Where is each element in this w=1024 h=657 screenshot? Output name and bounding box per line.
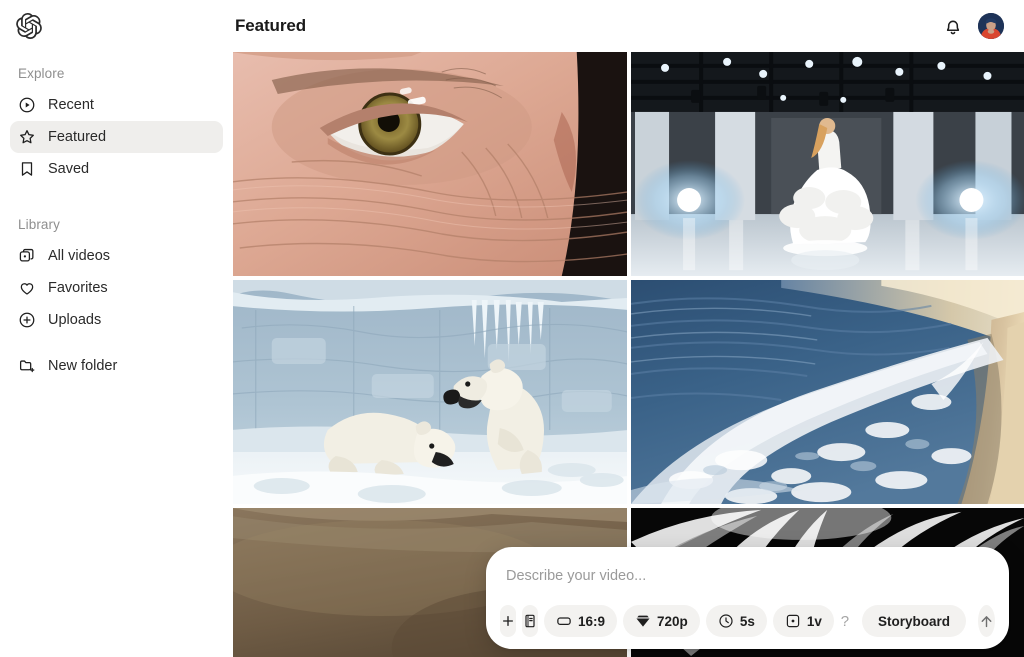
storyboard-template-button[interactable] — [522, 605, 538, 637]
library-spacer — [0, 336, 233, 350]
logo-container[interactable] — [0, 0, 233, 52]
aspect-ratio-button[interactable]: 16:9 — [544, 605, 617, 637]
clock-icon — [718, 613, 734, 629]
openai-logo-icon — [16, 13, 42, 39]
stacked-squares-icon — [18, 247, 36, 265]
sidebar-item-uploads[interactable]: Uploads — [10, 304, 223, 336]
plus-circle-icon — [18, 311, 36, 329]
prompt-input[interactable] — [500, 565, 995, 587]
sidebar-item-label: New folder — [48, 359, 117, 374]
duration-label: 5s — [740, 614, 755, 629]
frame-icon — [556, 613, 572, 629]
sidebar: Explore Recent Featured Saved — [0, 0, 233, 657]
sidebar-item-label: Uploads — [48, 313, 101, 328]
bell-icon[interactable] — [942, 15, 964, 37]
sidebar-section-label-library: Library — [0, 211, 233, 240]
sidebar-section-explore: Explore Recent Featured Saved — [0, 60, 233, 185]
diamond-icon — [635, 613, 651, 629]
user-avatar-image — [978, 13, 1004, 39]
submit-button[interactable] — [978, 605, 995, 637]
main-content: Featured — [233, 0, 1024, 657]
sidebar-section-library: Library All videos Favorites — [0, 211, 233, 382]
resolution-label: 720p — [657, 614, 688, 629]
section-spacer — [0, 185, 233, 203]
variations-icon — [785, 613, 801, 629]
prompt-bar: 16:9 720p 5s — [486, 547, 1009, 649]
sidebar-item-all-videos[interactable]: All videos — [10, 240, 223, 272]
help-button[interactable]: ? — [840, 607, 850, 635]
plus-icon — [500, 613, 516, 629]
aspect-ratio-label: 16:9 — [578, 614, 605, 629]
heart-icon — [18, 279, 36, 297]
video-tile-eye-closeup[interactable] — [233, 52, 627, 276]
tile-thumbnail — [233, 280, 627, 504]
sidebar-item-saved[interactable]: Saved — [10, 153, 223, 185]
sidebar-item-label: Featured — [48, 130, 106, 145]
sidebar-item-new-folder[interactable]: New folder — [10, 350, 223, 382]
duration-button[interactable]: 5s — [706, 605, 767, 637]
folder-plus-icon — [18, 357, 36, 375]
variations-button[interactable]: 1v — [773, 605, 834, 637]
prompt-controls-row: 16:9 720p 5s — [500, 605, 995, 637]
sidebar-item-label: Favorites — [48, 281, 108, 296]
page-title: Featured — [235, 16, 306, 36]
tile-thumbnail — [233, 52, 627, 276]
storyboard-icon — [522, 613, 538, 629]
prompt-card: 16:9 720p 5s — [486, 547, 1009, 649]
top-bar: Featured — [233, 0, 1024, 52]
star-icon — [18, 128, 36, 146]
add-attachment-button[interactable] — [500, 605, 516, 637]
topbar-actions — [942, 13, 1004, 39]
resolution-button[interactable]: 720p — [623, 605, 700, 637]
storyboard-button[interactable]: Storyboard — [862, 605, 966, 637]
sidebar-item-recent[interactable]: Recent — [10, 89, 223, 121]
app-root: Explore Recent Featured Saved — [0, 0, 1024, 657]
arrow-up-icon — [978, 613, 995, 630]
tile-thumbnail — [631, 52, 1024, 276]
sidebar-item-favorites[interactable]: Favorites — [10, 272, 223, 304]
variations-label: 1v — [807, 614, 822, 629]
video-tile-runway[interactable] — [631, 52, 1024, 276]
play-circle-icon — [18, 96, 36, 114]
sidebar-item-featured[interactable]: Featured — [10, 121, 223, 153]
sidebar-item-label: Recent — [48, 98, 94, 113]
sidebar-section-label-explore: Explore — [0, 60, 233, 89]
avatar[interactable] — [978, 13, 1004, 39]
tile-thumbnail — [631, 280, 1024, 504]
bookmark-icon — [18, 160, 36, 178]
video-tile-polar-bears[interactable] — [233, 280, 627, 504]
sidebar-item-label: Saved — [48, 162, 89, 177]
sidebar-item-label: All videos — [48, 249, 110, 264]
video-tile-beach-surf[interactable] — [631, 280, 1024, 504]
